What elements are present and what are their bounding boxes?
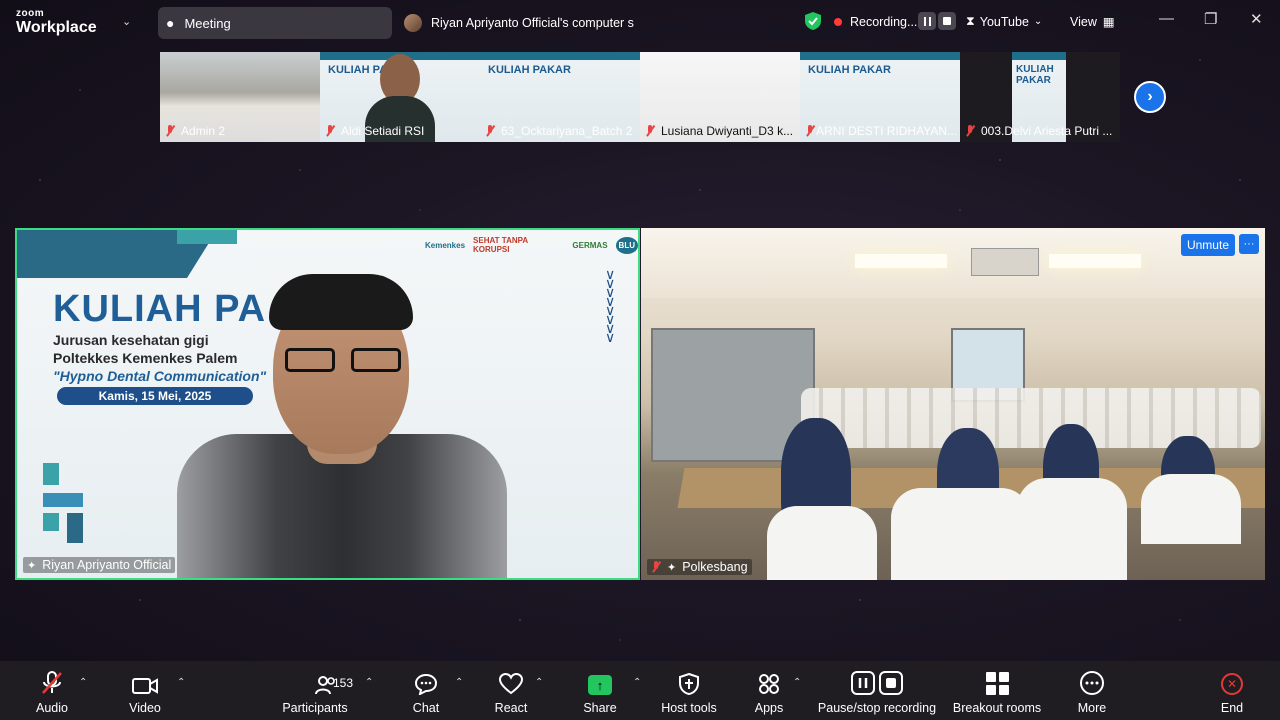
more-button[interactable]: More: [1070, 661, 1114, 720]
participant-name-label: ✦ Polkesbang: [647, 559, 752, 575]
pause-stop-icon: [851, 661, 903, 695]
stop-icon: [943, 17, 951, 25]
chevron-pattern: ∨ ∨ ∨ ∨ ∨ ∨ ∨ ∨: [605, 266, 616, 345]
top-bar: zoom Workplace ⌄ ● Meeting Riyan Apriyan…: [0, 0, 1280, 46]
heart-icon: [499, 661, 523, 695]
stop-recording-button[interactable]: [938, 12, 956, 30]
grid-view-icon: ▦: [1102, 15, 1115, 29]
classroom-video: [641, 228, 1265, 580]
livestream-dropdown[interactable]: ⧗ YouTube ⌄: [966, 14, 1042, 29]
mic-muted-icon: [41, 661, 63, 695]
participant-thumbnail[interactable]: Admin 2: [160, 52, 320, 142]
meeting-tab[interactable]: ● Meeting: [158, 7, 392, 39]
share-button[interactable]: ↑ Share: [580, 661, 620, 720]
video-options-caret[interactable]: ⌃: [177, 677, 185, 688]
tile-options-button[interactable]: ···: [1239, 234, 1259, 254]
apps-options-caret[interactable]: ⌃: [793, 677, 801, 688]
close-icon[interactable]: ✕: [1250, 10, 1263, 28]
mic-muted-icon: [805, 125, 813, 137]
participant-thumbnail[interactable]: Lusiana Dwiyanti_D3 k...: [640, 52, 800, 142]
minimize-icon[interactable]: —: [1159, 10, 1174, 27]
breakout-rooms-button[interactable]: Breakout rooms: [950, 661, 1044, 720]
avatar: [404, 14, 422, 32]
host-tools-button[interactable]: Host tools: [658, 661, 720, 720]
screen-share-title: Riyan Apriyanto Official's computer s: [404, 14, 634, 32]
audio-options-caret[interactable]: ⌃: [79, 677, 87, 688]
participant-video-tile[interactable]: Unmute ··· ✦ Polkesbang: [641, 228, 1265, 580]
end-x-icon: ✕: [1221, 673, 1243, 695]
zoom-logo[interactable]: zoom Workplace: [16, 9, 97, 36]
participant-thumbnail[interactable]: KULIAH PAKAR ARNI DESTI RIDHAYAN...: [800, 52, 960, 142]
pin-icon: ✦: [27, 559, 37, 572]
pause-icon: [923, 16, 931, 26]
video-button[interactable]: Video: [123, 661, 167, 720]
people-icon: [293, 661, 337, 695]
participant-thumbnail[interactable]: KULIAH PAKAR 63_Ocktariyana_Batch 2: [480, 52, 640, 142]
active-speaker-tile[interactable]: Kemenkes SEHAT TANPA KORUPSI GERMAS BLU …: [15, 228, 640, 580]
participants-button[interactable]: Participants: [282, 661, 348, 720]
paw-icon: ●: [166, 15, 175, 31]
sponsor-logos: Kemenkes SEHAT TANPA KORUPSI GERMAS BLU: [425, 236, 638, 254]
apps-icon: [757, 661, 781, 695]
shield-icon: [679, 661, 699, 695]
participant-thumbnail[interactable]: KULIAH PAKAR Aldi Setiadi RSI: [320, 52, 480, 142]
mic-muted-icon: [651, 561, 661, 573]
pause-stop-recording-button[interactable]: Pause/stop recording: [815, 661, 939, 720]
mic-muted-icon: [485, 125, 495, 137]
speaker-video: [177, 274, 507, 578]
participants-options-caret[interactable]: ⌃: [365, 677, 373, 688]
participants-count: 153: [333, 676, 354, 690]
record-dot-icon: [834, 18, 842, 26]
participant-thumbnail[interactable]: KULIAH PAKAR 003.Delvi Ariesta Putri ...: [960, 52, 1120, 142]
chevron-right-icon: ›: [1147, 88, 1153, 105]
security-shield-icon[interactable]: [805, 12, 821, 30]
audio-button[interactable]: Audio: [30, 661, 74, 720]
participant-thumbnail-strip: Admin 2 KULIAH PAKAR Aldi Setiadi RSI KU…: [160, 52, 1120, 142]
meeting-toolbar: Audio ⌃ Video ⌃ Participants 153 ⌃ Chat …: [0, 661, 1280, 720]
apps-button[interactable]: Apps: [749, 661, 789, 720]
react-button[interactable]: React: [491, 661, 531, 720]
mic-muted-icon: [325, 125, 335, 137]
chat-bubble-icon: [414, 661, 438, 695]
pause-recording-button[interactable]: [918, 12, 936, 30]
unmute-button[interactable]: Unmute: [1180, 234, 1235, 256]
pin-icon: ✦: [667, 561, 677, 574]
meeting-label: Meeting: [184, 15, 231, 31]
chat-button[interactable]: Chat: [406, 661, 446, 720]
chevron-down-icon: ⌄: [1033, 16, 1043, 27]
mic-muted-icon: [965, 125, 975, 137]
camera-icon: [132, 661, 158, 695]
more-icon: [1080, 661, 1104, 695]
chevron-down-icon[interactable]: ⌄: [122, 15, 131, 28]
mic-muted-icon: [165, 125, 175, 137]
recording-indicator[interactable]: Recording...: [834, 15, 917, 29]
broadcast-icon: ⧗: [966, 14, 975, 28]
breakout-grid-icon: [985, 672, 1009, 695]
react-options-caret[interactable]: ⌃: [535, 677, 543, 688]
view-menu-button[interactable]: View ▦: [1070, 14, 1115, 30]
restore-icon[interactable]: ❐: [1204, 10, 1217, 28]
mic-muted-icon: [645, 125, 655, 137]
next-page-button[interactable]: ›: [1134, 81, 1166, 113]
participant-name-label: ✦ Riyan Apriyanto Official: [23, 557, 176, 573]
end-meeting-button[interactable]: ✕ End: [1212, 661, 1252, 720]
chat-options-caret[interactable]: ⌃: [455, 677, 463, 688]
share-options-caret[interactable]: ⌃: [633, 677, 641, 688]
share-screen-icon: ↑: [588, 675, 612, 695]
